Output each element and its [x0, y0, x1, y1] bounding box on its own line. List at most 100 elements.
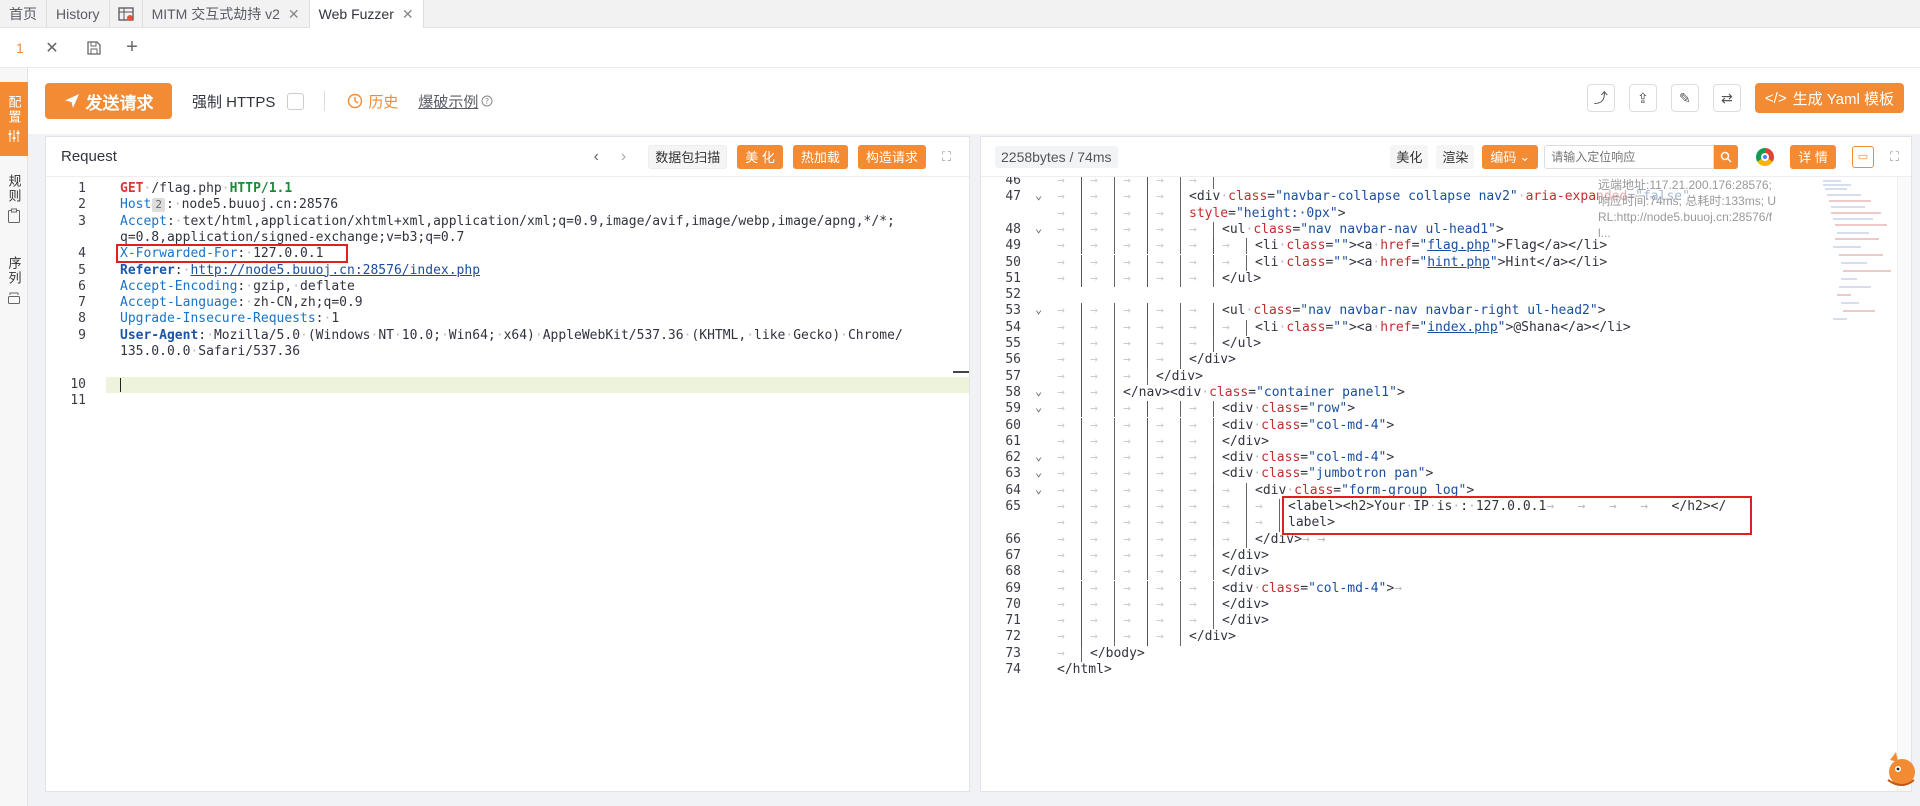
add-icon[interactable]: +	[122, 36, 142, 58]
packet-scan-button[interactable]: 数据包扫描	[648, 144, 728, 169]
indent-marker: →	[1057, 336, 1065, 351]
swap-icon[interactable]: ⇄	[1712, 84, 1741, 112]
indent-guide	[1081, 368, 1082, 385]
code-token: "	[1489, 238, 1498, 254]
tab-table-icon[interactable]	[110, 0, 143, 28]
line-number: 57	[1005, 368, 1021, 384]
fold-chevron-icon[interactable]: ⌄	[1035, 400, 1042, 414]
force-https-checkbox[interactable]	[287, 92, 305, 110]
indent-guide	[1180, 189, 1181, 206]
response-line: <div·class="col-md-4">	[1222, 450, 1394, 465]
edit-icon[interactable]: ✎	[1670, 84, 1699, 112]
response-beautify-button[interactable]: 美化	[1390, 144, 1429, 169]
toolbar-right: ⤴ ⇪ ✎ ⇄ </> 生成 Yaml 模板	[1586, 83, 1920, 113]
indent-marker: →	[1156, 205, 1164, 221]
indent-guide	[1147, 205, 1148, 222]
indent-marker: →	[1222, 238, 1230, 254]
details-button[interactable]: 详 情	[1790, 144, 1836, 169]
history-button[interactable]: 历史	[347, 91, 398, 112]
save-icon[interactable]	[84, 38, 104, 58]
close-icon[interactable]: ✕	[288, 6, 300, 23]
chevron-right-icon[interactable]: ›	[621, 148, 626, 166]
force-https-toggle[interactable]: 强制 HTTPS	[192, 91, 305, 112]
chevron-left-icon[interactable]: ‹	[594, 148, 599, 166]
code-token: class	[1253, 221, 1293, 237]
indent-marker: →	[1222, 515, 1230, 531]
hotload-button[interactable]: 热加载	[792, 144, 848, 169]
rail-rules[interactable]: 规则	[0, 174, 28, 224]
generate-yaml-button[interactable]: </> 生成 Yaml 模板	[1754, 83, 1904, 113]
fold-chevron-icon[interactable]: ⌄	[1035, 482, 1042, 496]
fullscreen-icon[interactable]: ⛶	[942, 149, 951, 165]
line-number: 7	[78, 295, 86, 311]
render-button[interactable]: 渲染	[1436, 144, 1475, 169]
beautify-button[interactable]: 美 化	[737, 144, 783, 169]
comment-icon[interactable]: ▭	[1851, 145, 1874, 168]
tab-mitm[interactable]: MITM 交互式劫持 v2 ✕	[143, 0, 310, 28]
tab-home[interactable]: 首页	[0, 0, 47, 28]
indent-guide	[1081, 221, 1082, 239]
encode-dropdown[interactable]: 编码 ⌄	[1482, 144, 1539, 169]
response-editor[interactable]: 46 → → → → → 47 ⌄ → → → → <div·class="navbar-collaps…	[981, 177, 1911, 791]
close-icon[interactable]: ✕	[42, 38, 62, 58]
indent-guide	[1147, 564, 1148, 581]
code-token: "container panel1"	[1256, 384, 1397, 400]
indent-guide	[1114, 303, 1115, 320]
indent-guide	[1114, 401, 1115, 418]
fold-chevron-icon[interactable]: ⌄	[1035, 449, 1042, 463]
highlight-box	[116, 244, 348, 264]
indent-marker: →	[1057, 466, 1065, 482]
indent-marker: →	[1156, 547, 1164, 563]
fold-chevron-icon[interactable]: ⌄	[1035, 302, 1042, 316]
chrome-icon[interactable]	[1756, 147, 1775, 166]
indent-marker: →	[1222, 499, 1230, 514]
fullscreen-icon[interactable]: ⛶	[1890, 149, 1899, 165]
indent-guide	[1114, 482, 1115, 499]
fold-chevron-icon[interactable]: ⌄	[1035, 221, 1042, 235]
indent-guide	[1114, 221, 1115, 239]
indent-marker: →	[1057, 596, 1065, 612]
export-icon[interactable]: ⇪	[1628, 84, 1657, 112]
indent-marker: →	[1222, 254, 1230, 270]
indent-marker: →	[1123, 515, 1131, 531]
fold-chevron-icon[interactable]: ⌄	[1035, 465, 1042, 479]
code-token: </div>	[1156, 368, 1203, 384]
code-token: (KHTML,	[691, 327, 747, 343]
tab-web-fuzzer[interactable]: Web Fuzzer ✕	[309, 0, 424, 28]
force-https-label: 强制 HTTPS	[192, 93, 276, 111]
fold-chevron-icon[interactable]: ⌄	[1035, 188, 1042, 202]
indent-guide	[1081, 482, 1082, 499]
tab-history[interactable]: History	[47, 0, 110, 28]
code-token: "row"	[1308, 401, 1348, 417]
brute-example-link[interactable]: 爆破示例 ?	[418, 91, 493, 112]
construct-request-button[interactable]: 构造请求	[857, 144, 926, 169]
rail-sequence[interactable]: 序列	[0, 256, 28, 306]
request-editor[interactable]: 1 GET·/flag.php·HTTP/1.1 2 Host 2:·node5.buu…	[46, 177, 969, 791]
indent-marker: →	[1057, 531, 1065, 547]
search-icon[interactable]	[1714, 144, 1739, 169]
indent-guide	[1147, 482, 1148, 499]
share-icon[interactable]: ⤴	[1586, 84, 1615, 112]
locate-response-input[interactable]	[1544, 144, 1715, 169]
close-icon[interactable]: ✕	[402, 6, 414, 23]
response-line: </div>	[1222, 548, 1269, 563]
indent-marker: →	[1156, 177, 1164, 188]
scroll-marker	[953, 370, 969, 373]
sub-tab-number[interactable]: 1	[16, 40, 30, 56]
mascot-icon[interactable]	[1884, 748, 1918, 788]
indent-guide	[1114, 580, 1115, 597]
indent-marker: →	[1189, 531, 1197, 547]
rail-config[interactable]: 配置	[0, 82, 28, 156]
indent-guide	[1081, 433, 1082, 451]
indent-guide	[1147, 319, 1148, 336]
request-line: q=0.8,application/signed-exchange;v=b3;q…	[120, 230, 464, 245]
fold-chevron-icon[interactable]: ⌄	[1035, 384, 1042, 398]
code-token: like	[754, 327, 786, 343]
indent-guide	[1213, 613, 1214, 630]
indent-guide	[1147, 417, 1148, 434]
indent-marker: →	[1090, 613, 1098, 629]
send-request-button[interactable]: 发送请求	[45, 83, 172, 119]
code-token: <li	[1255, 254, 1279, 270]
indent-guide	[1114, 466, 1115, 483]
indent-marker: →	[1090, 238, 1098, 254]
